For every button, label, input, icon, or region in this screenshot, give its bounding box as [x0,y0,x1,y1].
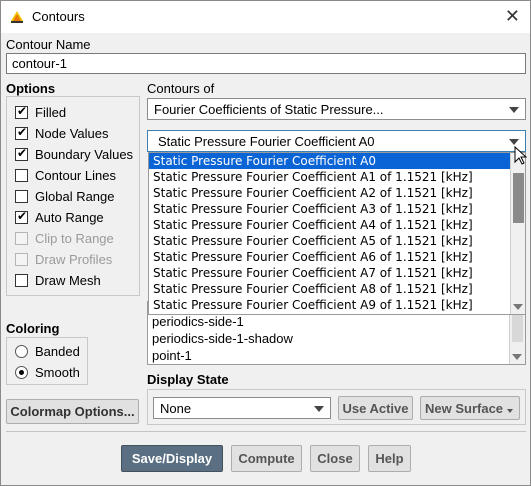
dropdown-option[interactable]: Static Pressure Fourier Coefficient A1 o… [149,169,525,185]
auto-range-checkbox[interactable]: Auto Range [15,209,104,225]
contour-lines-checkbox[interactable]: Contour Lines [15,168,116,183]
compute-button[interactable]: Compute [231,445,302,472]
draw-mesh-checkbox[interactable]: Draw Mesh [15,273,101,288]
title-bar: Contours ✕ [1,1,530,33]
dropdown-option[interactable]: Static Pressure Fourier Coefficient A3 o… [149,201,525,217]
chevron-down-icon [314,406,324,412]
save-display-button[interactable]: Save/Display [121,445,223,472]
boundary-values-label: Boundary Values [35,147,134,162]
quantity-dropdown-list[interactable]: Static Pressure Fourier Coefficient A0 S… [148,152,526,315]
scroll-thumb[interactable] [512,314,523,342]
list-item[interactable]: periodics-side-1 [148,314,525,331]
boundary-values-checkbox[interactable]: Boundary Values [15,146,134,162]
colormap-options-button[interactable]: Colormap Options... [6,399,139,424]
dropdown-option[interactable]: Static Pressure Fourier Coefficient A7 o… [149,265,525,281]
chevron-down-icon [509,107,519,113]
checkbox-checked-icon [15,146,28,161]
banded-radio[interactable]: Banded [15,344,80,359]
category-value: Fourier Coefficients of Static Pressure.… [154,102,384,117]
display-state-label: Display State [147,372,229,387]
contours-of-quantity-select[interactable]: Static Pressure Fourier Coefficient A0 [147,130,526,152]
chevron-down-icon [507,409,513,413]
display-state-value: None [160,401,192,416]
app-logo-icon [11,11,23,23]
contours-dialog: Contours ✕ Contour Name contour-1 Option… [0,0,531,486]
radio-unselected-icon [15,345,28,358]
filled-checkbox[interactable]: Filled [15,104,67,120]
checkbox-unchecked-icon [15,232,28,245]
auto-range-label: Auto Range [35,210,104,225]
options-label: Options [6,81,56,96]
coloring-panel: Banded Smooth [6,337,88,385]
checkbox-unchecked-icon [15,169,28,182]
mouse-cursor-icon [514,146,527,165]
contours-of-category-select[interactable]: Fourier Coefficients of Static Pressure.… [147,98,526,120]
draw-profiles-checkbox: Draw Profiles [15,252,112,267]
checkbox-checked-icon [15,104,28,119]
new-surface-label: New Surface [425,400,504,416]
display-state-select[interactable]: None [153,397,331,419]
draw-profiles-label: Draw Profiles [35,252,113,267]
global-range-checkbox[interactable]: Global Range [15,189,115,204]
filled-label: Filled [35,105,67,120]
scroll-down-icon[interactable] [513,304,523,310]
close-button[interactable]: Close [310,445,360,472]
chevron-down-icon [509,139,519,145]
dropdown-scrollbar[interactable] [510,153,525,314]
node-values-checkbox[interactable]: Node Values [15,125,109,141]
checkbox-checked-icon [15,209,28,224]
window-title: Contours [32,9,85,24]
contours-of-label: Contours of [147,81,215,96]
radio-selected-icon [15,366,28,379]
list-item[interactable]: periodics-side-1-shadow [148,331,525,348]
contour-name-input[interactable]: contour-1 [6,53,526,74]
dropdown-option[interactable]: Static Pressure Fourier Coefficient A5 o… [149,233,525,249]
smooth-label: Smooth [35,365,80,380]
new-surface-button[interactable]: New Surface [420,396,520,420]
coloring-label: Coloring [6,321,60,336]
use-active-button[interactable]: Use Active [338,396,413,420]
divider [6,431,526,432]
dropdown-option[interactable]: Static Pressure Fourier Coefficient A8 o… [149,281,525,297]
list-item[interactable]: point-1 [148,348,525,364]
contour-lines-label: Contour Lines [35,168,116,183]
contour-name-label: Contour Name [6,37,91,52]
options-panel: Filled Node Values Boundary Values Conto… [6,96,140,296]
node-values-label: Node Values [35,126,109,141]
banded-label: Banded [35,344,80,359]
smooth-radio[interactable]: Smooth [15,365,80,380]
scroll-down-icon[interactable] [512,354,522,360]
quantity-value: Static Pressure Fourier Coefficient A0 [158,134,375,149]
dropdown-option[interactable]: Static Pressure Fourier Coefficient A9 o… [149,297,525,313]
clip-to-range-checkbox: Clip to Range [15,231,114,246]
checkbox-checked-icon [15,125,28,140]
close-window-icon[interactable]: ✕ [505,6,520,27]
dropdown-option[interactable]: Static Pressure Fourier Coefficient A0 [149,153,525,169]
dropdown-option[interactable]: Static Pressure Fourier Coefficient A6 o… [149,249,525,265]
draw-mesh-label: Draw Mesh [35,273,101,288]
checkbox-unchecked-icon [15,253,28,266]
checkbox-unchecked-icon [15,190,28,203]
dropdown-option[interactable]: Static Pressure Fourier Coefficient A4 o… [149,217,525,233]
help-button[interactable]: Help [368,445,411,472]
clip-to-range-label: Clip to Range [35,231,114,246]
global-range-label: Global Range [35,189,115,204]
scroll-thumb[interactable] [513,173,524,223]
checkbox-unchecked-icon [15,274,28,287]
dropdown-option[interactable]: Static Pressure Fourier Coefficient A2 o… [149,185,525,201]
